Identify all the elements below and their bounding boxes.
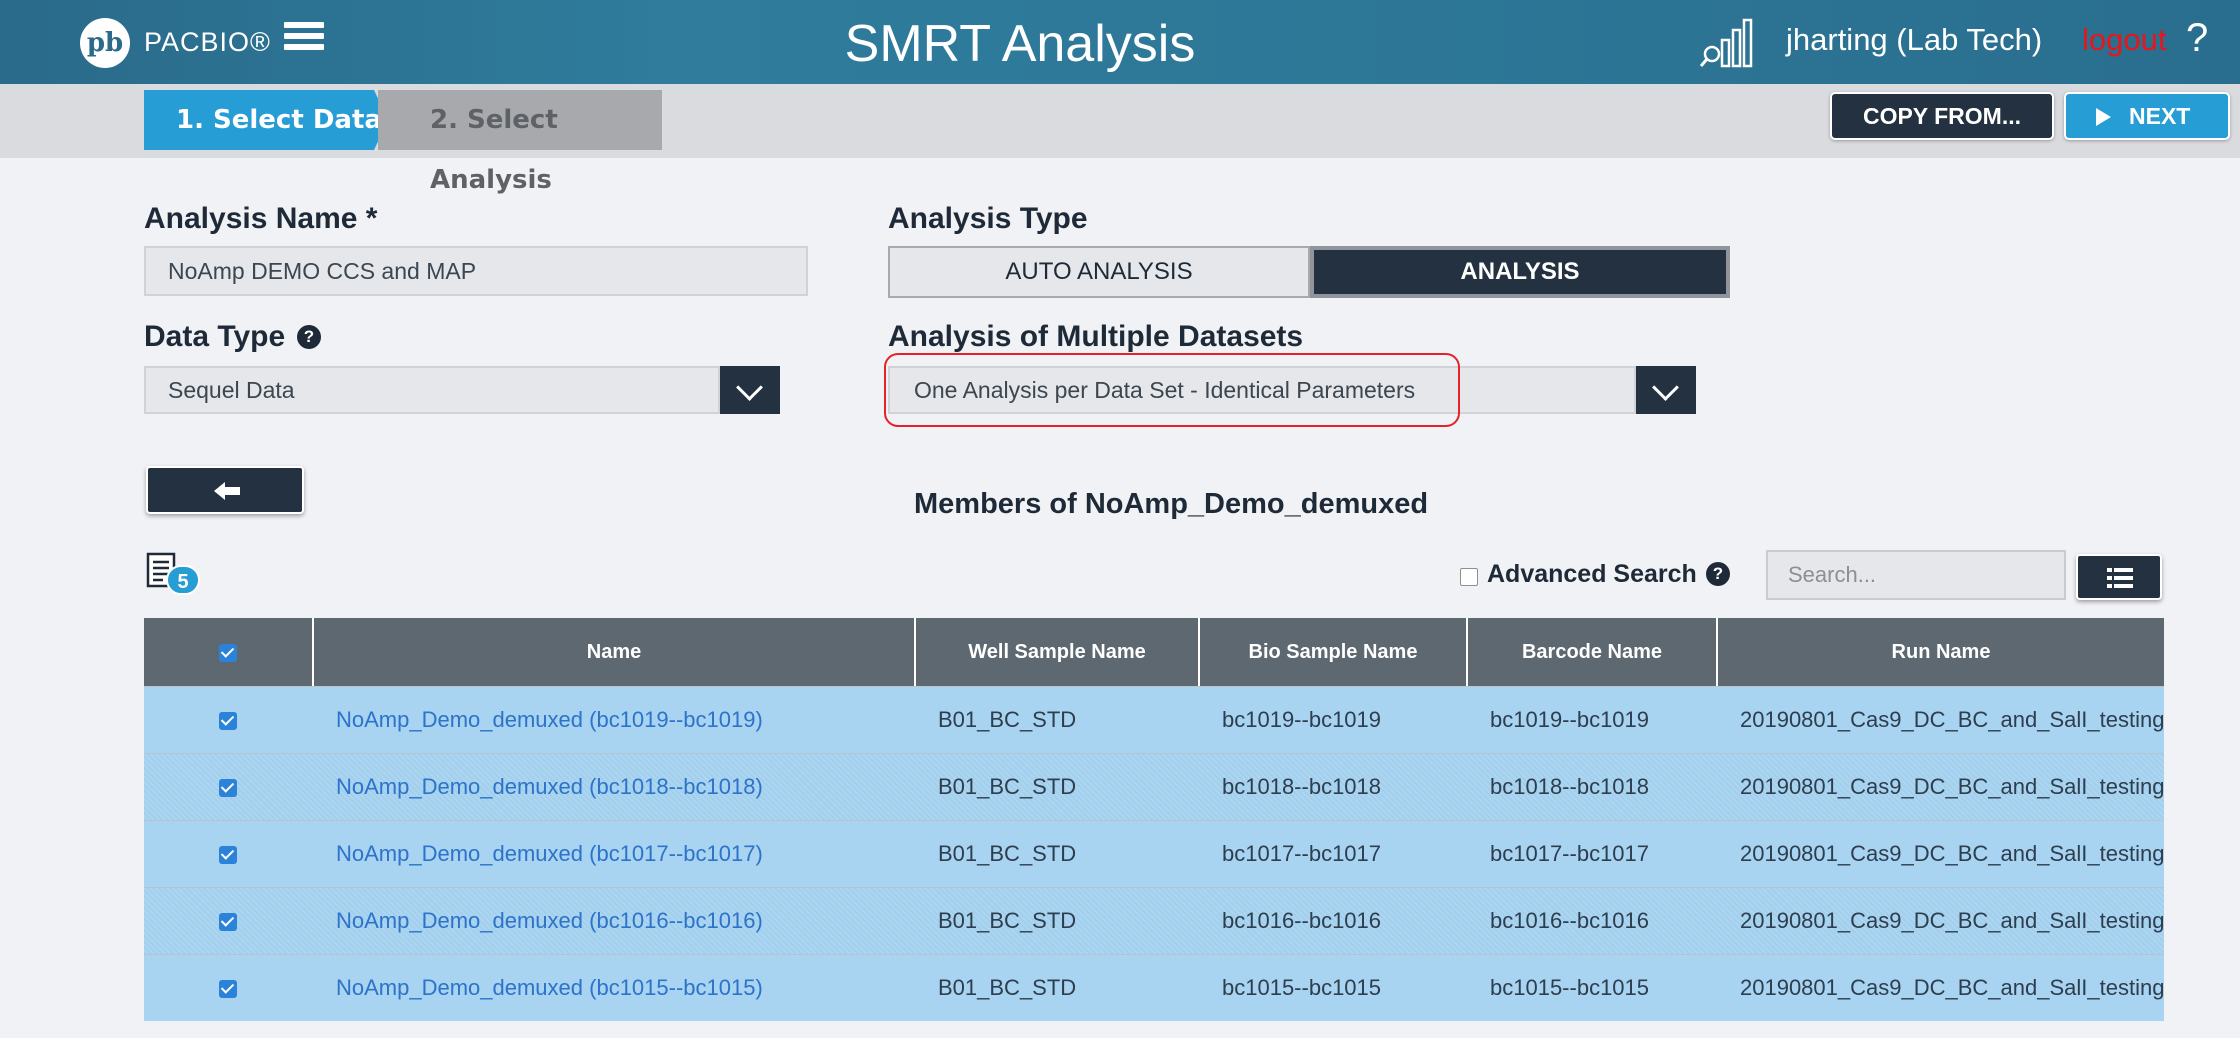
logout-link[interactable]: logout [2082, 22, 2166, 58]
bio-sample-cell: bc1018--bc1018 [1222, 774, 1382, 799]
copy-from-button[interactable]: COPY FROM... [1830, 92, 2054, 140]
wizard-bar: 1. Select Data 2. Select Analysis COPY F… [0, 84, 2240, 195]
column-list-icon [2107, 568, 2133, 588]
analysis-name-label: Analysis Name * [144, 202, 378, 235]
column-chooser-button[interactable] [2076, 554, 2162, 600]
data-type-help-icon[interactable]: ? [297, 325, 321, 349]
select-all-cell [144, 618, 312, 686]
back-button[interactable] [146, 466, 304, 514]
members-title: Members of NoAmp_Demo_demuxed [914, 488, 1429, 520]
row-checkbox[interactable] [219, 846, 237, 865]
well-sample-cell: B01_BC_STD [938, 707, 1077, 732]
members-table: Name Well Sample Name Bio Sample Name Ba… [144, 618, 2164, 1021]
dataset-name-link[interactable]: NoAmp_Demo_demuxed (bc1019--bc1019) [312, 687, 914, 753]
table-row[interactable]: NoAmp_Demo_demuxed (bc1018--bc1018) B01_… [144, 753, 2164, 820]
barcode-cell: bc1018--bc1018 [1490, 774, 1650, 799]
barcode-cell: bc1017--bc1017 [1490, 841, 1650, 866]
advanced-search-checkbox[interactable] [1460, 568, 1478, 586]
barcode-cell: bc1019--bc1019 [1490, 707, 1650, 732]
well-sample-cell: B01_BC_STD [938, 774, 1077, 799]
row-checkbox[interactable] [219, 913, 237, 932]
dataset-name-link[interactable]: NoAmp_Demo_demuxed (bc1015--bc1015) [312, 955, 914, 1021]
advanced-search-label: Advanced Search [1487, 560, 1697, 588]
run-name-cell: 20190801_Cas9_DC_BC_and_SalI_testing [1740, 975, 2164, 1000]
run-name-cell: 20190801_Cas9_DC_BC_and_SalI_testing [1740, 841, 2164, 866]
auto-analysis-toggle[interactable]: AUTO ANALYSIS [888, 246, 1310, 298]
dataset-name-link[interactable]: NoAmp_Demo_demuxed (bc1016--bc1016) [312, 888, 914, 954]
step-select-analysis[interactable]: 2. Select Analysis [378, 90, 662, 195]
table-row[interactable]: NoAmp_Demo_demuxed (bc1019--bc1019) B01_… [144, 686, 2164, 753]
col-well-sample-name[interactable]: Well Sample Name [914, 618, 1198, 686]
table-header: Name Well Sample Name Bio Sample Name Ba… [144, 618, 2164, 686]
row-checkbox-cell [144, 821, 312, 887]
next-button[interactable]: NEXT [2064, 92, 2230, 140]
data-type-dropdown-icon[interactable] [720, 366, 780, 414]
bio-sample-cell: bc1015--bc1015 [1222, 975, 1382, 1000]
multiple-datasets-label: Analysis of Multiple Datasets [888, 320, 1304, 353]
highlight-annotation [884, 353, 1460, 427]
bio-sample-cell: bc1019--bc1019 [1222, 707, 1382, 732]
user-name[interactable]: jharting (Lab Tech) [1786, 22, 2042, 58]
analytics-icon[interactable] [1700, 18, 1758, 68]
app-header: pb PACBIO® SMRT Analysis jharting (Lab T… [0, 0, 2240, 84]
table-row[interactable]: NoAmp_Demo_demuxed (bc1017--bc1017) B01_… [144, 820, 2164, 887]
analysis-type-label: Analysis Type [888, 202, 1088, 235]
barcode-cell: bc1016--bc1016 [1490, 908, 1650, 933]
bio-sample-cell: bc1016--bc1016 [1222, 908, 1382, 933]
run-name-cell: 20190801_Cas9_DC_BC_and_SalI_testing [1740, 908, 2164, 933]
col-name[interactable]: Name [312, 618, 914, 686]
col-bio-sample-name[interactable]: Bio Sample Name [1198, 618, 1466, 686]
advanced-search-help-icon[interactable]: ? [1706, 562, 1730, 586]
dataset-name-link[interactable]: NoAmp_Demo_demuxed (bc1017--bc1017) [312, 821, 914, 887]
col-barcode-name[interactable]: Barcode Name [1466, 618, 1716, 686]
row-checkbox[interactable] [219, 712, 237, 731]
play-icon [2096, 108, 2111, 126]
well-sample-cell: B01_BC_STD [938, 841, 1077, 866]
row-checkbox-cell [144, 687, 312, 753]
row-checkbox-cell [144, 955, 312, 1021]
multiple-datasets-dropdown-icon[interactable] [1636, 366, 1696, 414]
help-icon[interactable]: ? [2186, 16, 2208, 61]
next-button-label: NEXT [2129, 103, 2191, 129]
step-select-data[interactable]: 1. Select Data [144, 90, 388, 150]
row-checkbox-cell [144, 754, 312, 820]
well-sample-cell: B01_BC_STD [938, 975, 1077, 1000]
row-checkbox-cell [144, 888, 312, 954]
data-type-label: Data Type [144, 320, 286, 353]
run-name-cell: 20190801_Cas9_DC_BC_and_SalI_testing [1740, 707, 2164, 732]
select-all-checkbox[interactable] [219, 643, 237, 662]
row-checkbox[interactable] [219, 779, 237, 798]
table-row[interactable]: NoAmp_Demo_demuxed (bc1015--bc1015) B01_… [144, 954, 2164, 1021]
member-count-badge: 5 [166, 565, 200, 595]
search-input[interactable] [1766, 550, 2066, 600]
barcode-cell: bc1015--bc1015 [1490, 975, 1650, 1000]
col-run-name[interactable]: Run Name [1716, 618, 2164, 686]
data-type-select[interactable]: Sequel Data [144, 366, 720, 414]
dataset-name-link[interactable]: NoAmp_Demo_demuxed (bc1018--bc1018) [312, 754, 914, 820]
row-checkbox[interactable] [219, 980, 237, 999]
well-sample-cell: B01_BC_STD [938, 908, 1077, 933]
bio-sample-cell: bc1017--bc1017 [1222, 841, 1382, 866]
run-name-cell: 20190801_Cas9_DC_BC_and_SalI_testing [1740, 774, 2164, 799]
analysis-toggle[interactable]: ANALYSIS [1310, 246, 1730, 298]
analysis-name-input[interactable]: NoAmp DEMO CCS and MAP [144, 246, 808, 296]
arrow-left-icon [214, 482, 240, 500]
table-row[interactable]: NoAmp_Demo_demuxed (bc1016--bc1016) B01_… [144, 887, 2164, 954]
